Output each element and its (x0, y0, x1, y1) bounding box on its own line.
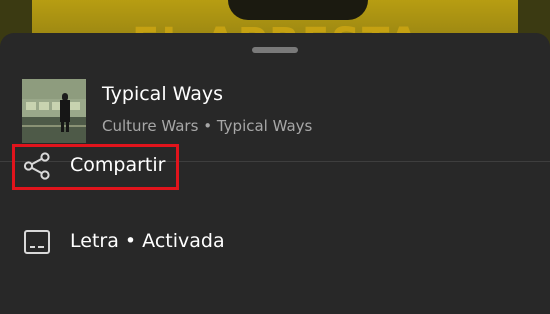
album-name[interactable]: Typical Ways (217, 117, 313, 135)
lyrics-icon (22, 227, 52, 257)
lyrics-state: Activada (142, 230, 225, 252)
track-title: Typical Ways (102, 83, 223, 105)
share-label: Compartir (70, 154, 166, 176)
artist-name[interactable]: Culture Wars (102, 117, 198, 135)
subtitle-separator: • (203, 117, 213, 135)
share-icon (22, 151, 52, 181)
lyrics-label-text: Letra (70, 230, 119, 252)
track-header: Typical Ways Culture Wars • Typical Ways (22, 79, 532, 145)
album-cover (22, 79, 86, 143)
lyrics-label: Letra • Activada (70, 230, 225, 252)
poster-figure (228, 0, 368, 20)
album-cover-image (22, 79, 86, 143)
lyrics-menu-item[interactable]: Letra • Activada (12, 218, 532, 268)
track-subtitle: Culture Wars • Typical Ways (102, 117, 312, 135)
drag-handle[interactable] (252, 47, 298, 53)
share-menu-item[interactable]: Compartir (12, 142, 532, 192)
lyrics-label-separator: • (124, 230, 137, 252)
